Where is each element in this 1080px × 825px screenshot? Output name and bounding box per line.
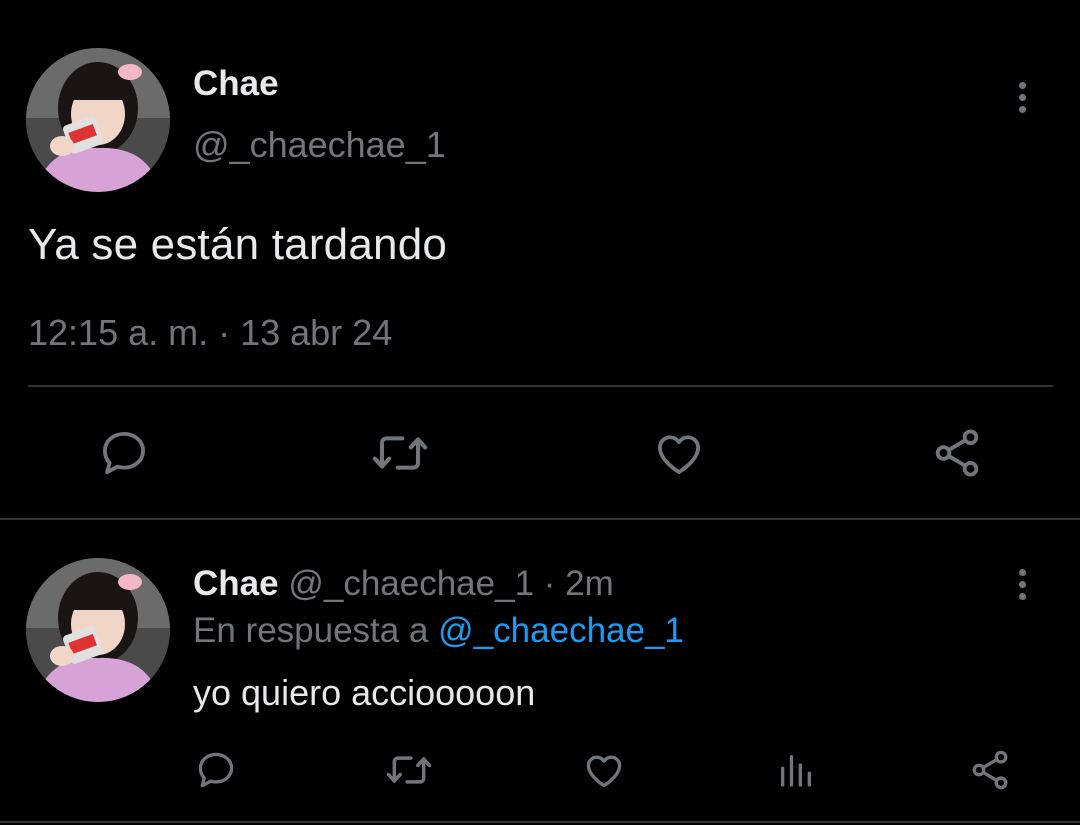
heart-icon [657, 435, 701, 475]
avatar-photo [26, 48, 170, 192]
user-handle[interactable]: @_chaechae_1 [288, 564, 534, 603]
display-name[interactable]: Chae [193, 564, 279, 603]
share-button[interactable] [928, 425, 986, 481]
heart-icon [586, 755, 622, 788]
mention-link[interactable]: @_chaechae_1 [438, 611, 684, 650]
reply-icon [198, 752, 234, 788]
more-dot-icon [1018, 580, 1026, 588]
avatar[interactable] [26, 48, 170, 192]
more-options-button[interactable] [1002, 564, 1042, 604]
replying-to-label: En respuesta a [193, 611, 429, 650]
more-dot-icon [1018, 93, 1026, 101]
views-button[interactable] [774, 747, 818, 793]
share-icon [935, 429, 979, 477]
more-dot-icon [1018, 568, 1026, 576]
tweet-text: Ya se están tardando [28, 220, 448, 269]
reply-icon [102, 431, 146, 475]
avatar-photo [26, 558, 170, 702]
retweet-icon [386, 756, 432, 784]
tweet-time[interactable]: 2m [565, 564, 614, 603]
replying-to: En respuesta a @_chaechae_1 [193, 611, 684, 651]
analytics-icon [781, 755, 811, 787]
display-name[interactable]: Chae [193, 64, 279, 104]
divider [0, 518, 1080, 520]
share-button[interactable] [966, 747, 1014, 793]
separator: · [543, 564, 556, 603]
share-icon [972, 750, 1008, 790]
reply-header: Chae @_chaechae_1 · 2m [193, 564, 614, 604]
divider [28, 385, 1053, 387]
like-button[interactable] [650, 425, 708, 481]
reply-button[interactable] [96, 425, 152, 481]
more-dot-icon [1018, 81, 1026, 89]
retweet-icon [372, 436, 428, 470]
divider [0, 821, 1080, 823]
avatar[interactable] [26, 558, 170, 702]
more-dot-icon [1018, 592, 1026, 600]
tweet-timestamp[interactable]: 12:15 a. m. · 13 abr 24 [28, 312, 392, 354]
tweet-thread: Chae @_chaechae_1 Ya se están tardando 1… [0, 0, 1080, 825]
retweet-button[interactable] [382, 747, 436, 793]
retweet-button[interactable] [368, 425, 432, 481]
more-dot-icon [1018, 105, 1026, 113]
more-options-button[interactable] [1002, 77, 1042, 117]
tweet-text: yo quiero acciooooon [193, 672, 536, 713]
like-button[interactable] [580, 747, 628, 793]
user-handle[interactable]: @_chaechae_1 [193, 124, 446, 166]
reply-button[interactable] [192, 747, 240, 793]
